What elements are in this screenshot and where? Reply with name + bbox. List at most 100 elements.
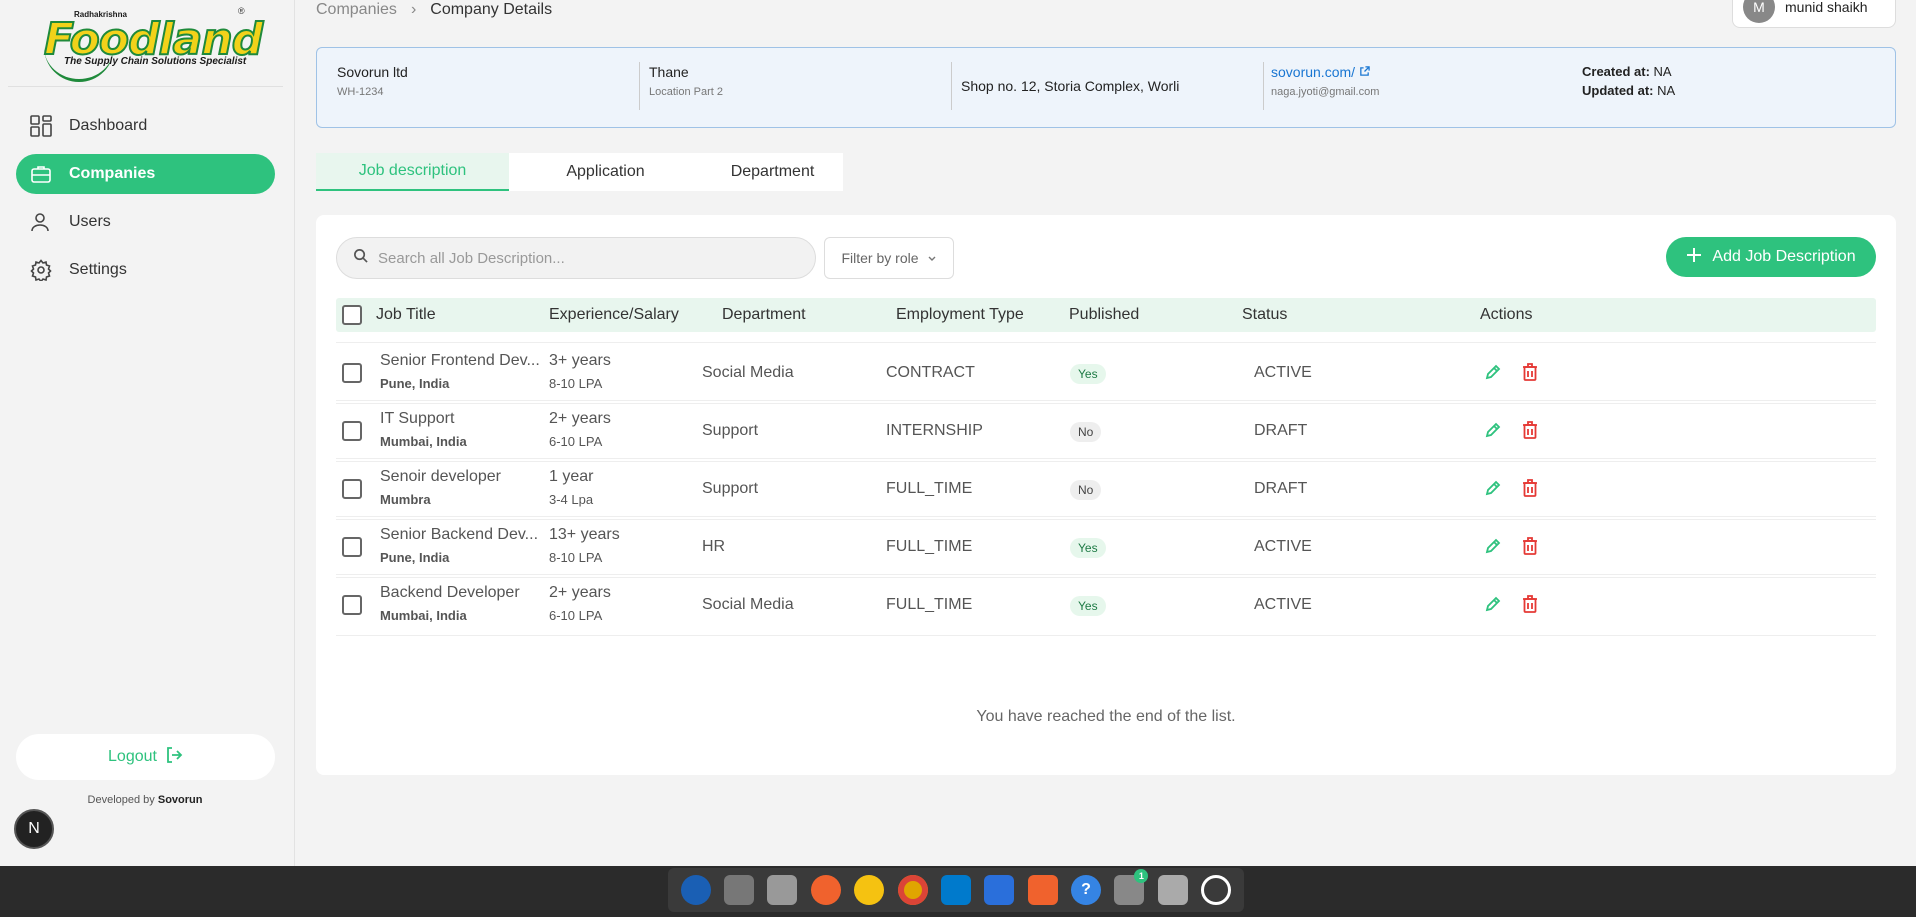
row-checkbox[interactable] (342, 595, 362, 615)
table-header: Job Title Experience/Salary Department E… (336, 298, 1876, 332)
employment-type: CONTRACT (886, 364, 975, 381)
breadcrumb-companies-link[interactable]: Companies (316, 1, 397, 19)
table-row: Senoir developer Mumbra 1 year 3-4 Lpa Suppo… (336, 458, 1876, 520)
company-website-link[interactable]: sovorun.com/ (1271, 64, 1355, 80)
external-link-icon[interactable] (1359, 64, 1370, 80)
divider (951, 62, 952, 110)
developer-credit: Developed by Sovorun (0, 794, 290, 806)
apps-grid-icon[interactable] (1201, 875, 1232, 905)
row-checkbox[interactable] (342, 479, 362, 499)
add-button-label: Add Job Description (1712, 248, 1856, 265)
row-checkbox[interactable] (342, 537, 362, 557)
job-title: Senoir developer (380, 468, 501, 485)
company-address: Shop no. 12, Storia Complex, Worli (961, 78, 1180, 94)
company-info-card: Sovorun ltd WH-1234 Thane Location Part … (316, 47, 1896, 128)
company-email: naga.jyoti@gmail.com (1271, 86, 1380, 98)
row-checkbox[interactable] (342, 421, 362, 441)
files-icon[interactable] (724, 875, 755, 905)
clipboard-icon[interactable] (767, 875, 798, 905)
trash-icon[interactable] (1157, 875, 1188, 905)
user-menu[interactable]: M munid shaikh (1732, 0, 1896, 28)
select-all-checkbox[interactable] (342, 305, 362, 325)
foodland-logo: Radhakrishna Foodland ® The Supply Chain… (40, 2, 264, 82)
filter-label: Filter by role (841, 250, 919, 266)
dock: ? 1 (668, 868, 1244, 912)
salary: 8-10 LPA (549, 550, 603, 565)
add-job-description-button[interactable]: Add Job Description (1666, 237, 1876, 277)
job-title: IT Support (380, 410, 455, 427)
pencil-icon[interactable] (1484, 363, 1502, 386)
search-icon (353, 248, 368, 268)
job-description-panel: Filter by role Add Job Description Job T… (316, 215, 1896, 775)
sidebar-item-settings[interactable]: Settings (16, 250, 275, 290)
sidebar-item-users[interactable]: Users (16, 202, 275, 242)
updated-value: NA (1657, 83, 1676, 98)
pencil-icon[interactable] (1484, 479, 1502, 502)
status-text: ACTIVE (1254, 538, 1312, 555)
created-value: NA (1653, 64, 1672, 79)
chevron-right-icon: › (410, 1, 417, 18)
vscode-icon[interactable] (940, 875, 971, 905)
pencil-icon[interactable] (1484, 421, 1502, 444)
row-checkbox[interactable] (342, 363, 362, 383)
logout-label: Logout (108, 748, 157, 765)
company-address-col: Shop no. 12, Storia Complex, Worli (961, 78, 1179, 128)
employment-type: FULL_TIME (886, 596, 973, 613)
sidebar-item-companies[interactable]: Companies (16, 154, 275, 194)
salary: 3-4 Lpa (549, 492, 594, 507)
pen-icon[interactable] (810, 875, 841, 905)
experience: 2+ years (549, 410, 611, 427)
settings-icon[interactable]: 1 (1114, 869, 1149, 905)
header-experience-salary: Experience/Salary (549, 306, 679, 323)
job-location: Mumbai, India (380, 608, 467, 623)
created-label: Created at: (1582, 64, 1650, 79)
sidebar-item-dashboard[interactable]: Dashboard (16, 106, 275, 146)
chrome-icon[interactable] (897, 875, 928, 905)
company-dates-col: Created at: NA Updated at: NA (1582, 64, 1675, 114)
header-department: Department (722, 306, 806, 323)
tab-department[interactable]: Department (702, 153, 843, 191)
logout-button[interactable]: Logout (16, 734, 275, 780)
search-input[interactable] (378, 249, 798, 267)
job-location: Mumbai, India (380, 434, 467, 449)
help-icon[interactable]: ? (1071, 875, 1102, 905)
sidebar-divider (8, 86, 283, 87)
music-icon[interactable] (854, 875, 885, 905)
department: HR (702, 538, 726, 555)
taskbar: ? 1 (0, 866, 1916, 917)
search-box[interactable] (336, 237, 816, 279)
thunderbird-icon[interactable] (680, 875, 711, 905)
published-badge: Yes (1070, 538, 1106, 558)
pencil-icon[interactable] (1484, 537, 1502, 560)
trash-icon[interactable] (1521, 362, 1539, 387)
updated-label: Updated at: (1582, 83, 1654, 98)
filter-by-role-select[interactable]: Filter by role (824, 237, 954, 279)
tab-job-description[interactable]: Job description (316, 153, 509, 191)
table-row: Senior Backend Dev... Pune, India 13+ year… (336, 516, 1876, 578)
job-location: Pune, India (380, 550, 450, 565)
trash-icon[interactable] (1521, 478, 1539, 503)
trash-icon[interactable] (1521, 536, 1539, 561)
company-city-col: Thane Location Part 2 (649, 64, 723, 114)
briefcase-icon (30, 163, 58, 185)
divider (639, 62, 640, 110)
salary: 6-10 LPA (549, 608, 603, 623)
next-dev-badge[interactable]: N (14, 809, 54, 849)
employment-type: FULL_TIME (886, 480, 973, 497)
job-title: Backend Developer (380, 584, 520, 601)
department: Social Media (702, 596, 794, 613)
published-badge: Yes (1070, 596, 1106, 616)
dev-prefix: Developed by (87, 794, 155, 806)
pencil-icon[interactable] (1484, 595, 1502, 618)
user-icon (30, 211, 58, 233)
tab-application[interactable]: Application (509, 153, 702, 191)
job-title: Senior Frontend Dev... (380, 352, 540, 369)
table-row: Senior Frontend Dev... Pune, India 3+ year… (336, 342, 1876, 404)
app-store-icon[interactable] (1027, 875, 1058, 905)
employment-type: FULL_TIME (886, 538, 973, 555)
document-icon[interactable] (984, 875, 1015, 905)
sidebar-item-label: Settings (69, 261, 127, 278)
trash-icon[interactable] (1521, 594, 1539, 619)
trash-icon[interactable] (1521, 420, 1539, 445)
header-published: Published (1069, 306, 1140, 323)
